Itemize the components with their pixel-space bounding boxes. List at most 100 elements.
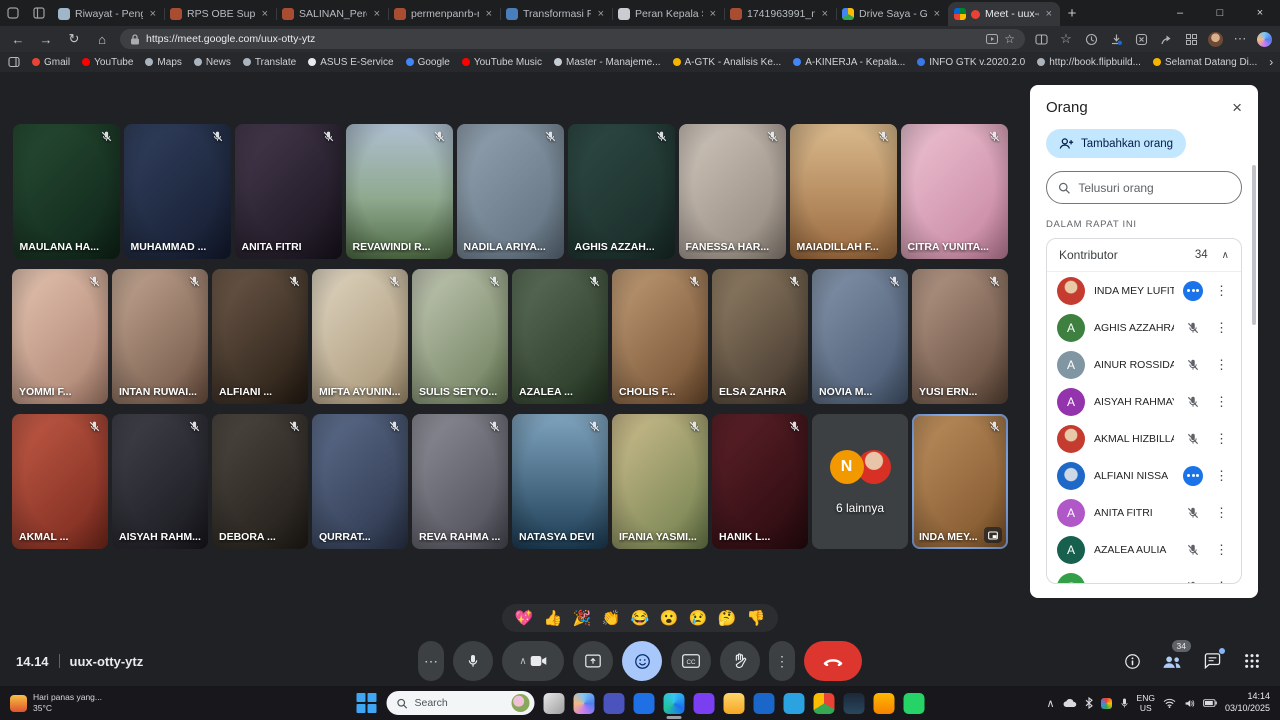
favorites-icon[interactable]: ☆ — [1058, 31, 1074, 47]
reaction-emoji-button[interactable]: 👏 — [601, 608, 621, 628]
new-tab-button[interactable]: + — [1060, 1, 1084, 25]
reaction-emoji-button[interactable]: 👎 — [746, 608, 766, 628]
participant-menu-icon[interactable]: ⋮ — [1212, 320, 1231, 336]
participant-row[interactable]: AKMAL HIZBILLAH ⋮ — [1047, 420, 1241, 457]
taskbar-app-icon[interactable] — [754, 693, 775, 714]
bluetooth-icon[interactable] — [1085, 697, 1093, 709]
taskbar-app-icon[interactable] — [874, 693, 895, 714]
tab-close-icon[interactable]: × — [372, 8, 382, 20]
reaction-emoji-button[interactable]: 🎉 — [572, 608, 592, 628]
reaction-emoji-button[interactable]: 😮 — [659, 608, 679, 628]
history-icon[interactable] — [1083, 31, 1099, 47]
bookmark-item[interactable]: Master - Manajeme... — [548, 54, 666, 70]
activities-icon[interactable] — [1240, 649, 1264, 673]
share-icon[interactable] — [1158, 31, 1174, 47]
video-tile[interactable]: FANESSA HAR... — [679, 124, 786, 259]
bookmark-item[interactable]: YouTube — [76, 54, 139, 70]
add-people-button[interactable]: Tambahkan orang — [1046, 129, 1186, 158]
video-tile[interactable]: INTAN RUWAI... — [112, 269, 208, 404]
participant-menu-icon[interactable]: ⋮ — [1212, 505, 1231, 521]
participant-row[interactable]: C CHOLIS FARIDA ⋮ — [1047, 568, 1241, 584]
contributor-header[interactable]: Kontributor 34 ∧ — [1047, 239, 1241, 272]
video-tile[interactable]: AISYAH RAHM... — [112, 414, 208, 549]
browser-tab[interactable]: Transformasi Peran Pe × — [500, 2, 612, 26]
weather-widget[interactable]: Hari panas yang... 35°C — [0, 692, 200, 713]
participant-row[interactable]: INDA MEY LUFITA (Anda) ⋮ — [1047, 272, 1241, 309]
bookmark-item[interactable]: INFO GTK v.2020.2.0 — [911, 54, 1031, 70]
browser-tab[interactable]: 1741963991_manage × — [724, 2, 836, 26]
onedrive-icon[interactable] — [1063, 698, 1077, 708]
back-button[interactable]: ← — [8, 32, 28, 47]
taskbar-search[interactable]: Search — [387, 691, 535, 715]
video-tile[interactable]: REVA RAHMA ... — [412, 414, 508, 549]
video-tile[interactable]: SULIS SETYO... — [412, 269, 508, 404]
tab-close-icon[interactable]: × — [1044, 8, 1054, 20]
browser-tab[interactable]: Drive Saya - Google D × — [836, 2, 948, 26]
refresh-button[interactable]: ↻ — [64, 31, 84, 47]
participant-menu-icon[interactable]: ⋮ — [1212, 542, 1231, 558]
chat-icon[interactable] — [1200, 649, 1224, 673]
reaction-emoji-button[interactable]: 👍 — [543, 608, 563, 628]
participant-menu-icon[interactable]: ⋮ — [1212, 283, 1231, 299]
video-tile[interactable]: CITRA YUNITA... — [901, 124, 1008, 259]
taskbar-app-icon[interactable] — [784, 693, 805, 714]
participant-menu-icon[interactable]: ⋮ — [1212, 468, 1231, 484]
tab-close-icon[interactable]: × — [148, 8, 158, 20]
video-tile[interactable]: MUHAMMAD ... — [124, 124, 231, 259]
camera-button[interactable]: ∧ — [502, 641, 564, 681]
battery-icon[interactable] — [1203, 699, 1217, 707]
bookmark-item[interactable]: Maps — [139, 54, 187, 70]
taskbar-clock[interactable]: 14:14 03/10/2025 — [1225, 691, 1270, 714]
minimize-button[interactable]: – — [1160, 0, 1200, 26]
sidebar-icon[interactable] — [8, 54, 20, 70]
reactions-button[interactable] — [622, 641, 662, 681]
more-options-button[interactable]: ⋮ — [769, 641, 795, 681]
video-tile[interactable]: MIFTA AYUNIN... — [312, 269, 408, 404]
vertical-tabs-icon[interactable] — [26, 2, 52, 24]
taskbar-app-icon[interactable] — [574, 693, 595, 714]
browser-menu-icon[interactable]: ⋯ — [1232, 31, 1248, 47]
close-panel-icon[interactable]: × — [1232, 99, 1242, 116]
tab-close-icon[interactable]: × — [708, 8, 718, 20]
collections-icon[interactable] — [1183, 31, 1199, 47]
bookmark-item[interactable]: Selamat Datang Di... — [1147, 54, 1263, 70]
video-tile[interactable]: NADILA ARIYA... — [457, 124, 564, 259]
tray-mic-icon[interactable] — [1120, 697, 1129, 709]
video-tile[interactable]: AGHIS AZZAH... — [568, 124, 675, 259]
meeting-details-icon[interactable] — [1120, 649, 1144, 673]
restore-button[interactable]: □ — [1200, 0, 1240, 26]
collapse-icon[interactable]: ∧ — [1222, 250, 1229, 261]
taskbar-app-icon[interactable] — [664, 693, 685, 714]
people-icon[interactable]: 34 — [1160, 649, 1184, 673]
video-tile[interactable]: ELSA ZAHRA — [712, 269, 808, 404]
taskbar-app-icon[interactable] — [904, 693, 925, 714]
participant-menu-icon[interactable]: ⋮ — [1212, 579, 1231, 585]
participant-row[interactable]: ALFIANI NISSA ⋮ — [1047, 457, 1241, 494]
video-tile[interactable]: MAIADILLAH F... — [790, 124, 897, 259]
address-bar[interactable]: https://meet.google.com/uux-otty-ytz ☆ — [120, 29, 1025, 49]
extensions-icon[interactable] — [1133, 31, 1149, 47]
video-tile[interactable]: MAULANA HA... — [13, 124, 120, 259]
participant-row[interactable]: A AGHIS AZZAHRA ⋮ — [1047, 309, 1241, 346]
tab-close-icon[interactable]: × — [820, 8, 830, 20]
video-tile[interactable]: AKMAL ... — [12, 414, 108, 549]
present-button[interactable] — [573, 641, 613, 681]
reaction-emoji-button[interactable]: 💖 — [514, 608, 534, 628]
participant-row[interactable]: A AISYAH RAHMAYANTI ⋮ — [1047, 383, 1241, 420]
downloads-icon[interactable] — [1108, 31, 1124, 47]
pip-icon[interactable] — [984, 527, 1002, 543]
video-tile[interactable]: IFANIA YASMI... — [612, 414, 708, 549]
workspaces-icon[interactable] — [0, 2, 26, 24]
tab-close-icon[interactable]: × — [484, 8, 494, 20]
home-button[interactable]: ⌂ — [92, 32, 112, 47]
more-reactions-button[interactable]: ⋯ — [418, 641, 444, 681]
taskbar-app-icon[interactable] — [814, 693, 835, 714]
volume-icon[interactable] — [1184, 698, 1195, 709]
split-screen-icon[interactable] — [1033, 31, 1049, 47]
profile-avatar[interactable] — [1208, 32, 1223, 47]
video-tile[interactable]: DEBORA ... — [212, 414, 308, 549]
taskbar-app-icon[interactable] — [844, 693, 865, 714]
bookmarks-overflow-icon[interactable]: › — [1269, 55, 1273, 69]
taskbar-app-icon[interactable] — [604, 693, 625, 714]
search-people-input[interactable] — [1078, 181, 1230, 195]
